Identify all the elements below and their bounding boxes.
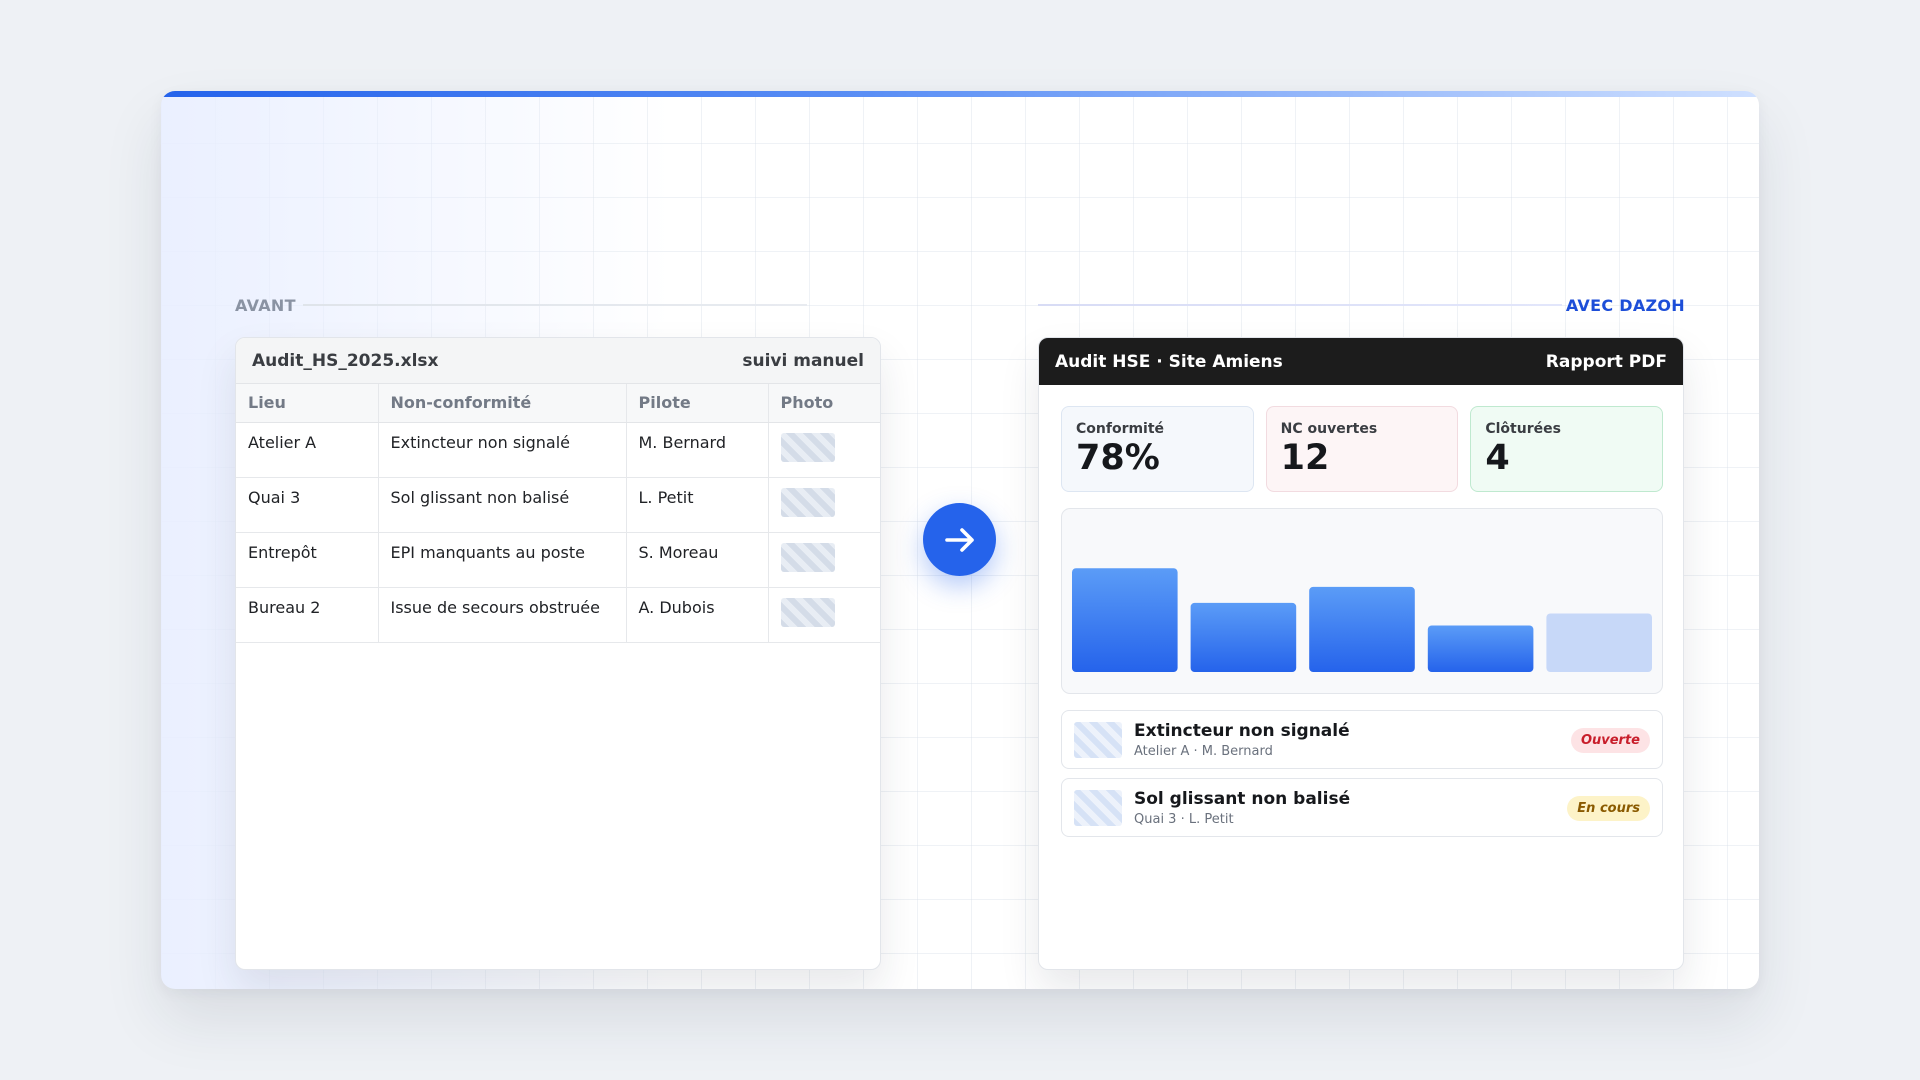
status-badge: En cours <box>1567 796 1650 821</box>
kpi-value: 78% <box>1076 438 1160 478</box>
transition-arrow-button <box>923 503 996 576</box>
photo-placeholder <box>780 487 835 517</box>
kpi-card-conformite: Conformité 78% <box>1061 406 1254 492</box>
cell-lieu: Atelier A <box>236 422 379 478</box>
nc-subtitle: Atelier A · M. Bernard <box>1134 744 1273 759</box>
spreadsheet-panel: Audit_HS_2025.xlsx suivi manuel Lieu Non… <box>235 337 881 970</box>
column-header-lieu: Lieu <box>236 384 379 423</box>
table-row: Entrepôt EPI manquants au poste S. Morea… <box>236 532 880 588</box>
kpi-label: Conformité <box>1076 421 1165 437</box>
cell-lieu: Quai 3 <box>236 477 379 533</box>
dashboard-header: Audit HSE · Site Amiens Rapport PDF <box>1039 338 1683 385</box>
photo-placeholder <box>780 597 835 627</box>
nc-subtitle: Quai 3 · L. Petit <box>1134 812 1234 827</box>
column-header-non-conformite: Non-conformité <box>378 384 627 423</box>
bar-1 <box>1072 568 1178 672</box>
spreadsheet-tag: suivi manuel <box>742 350 864 371</box>
cell-lieu: Entrepôt <box>236 532 379 588</box>
comparison-frame: AVANT AVEC DAZOH Audit_HS_2025.xlsx suiv… <box>161 91 1759 989</box>
nc-list-item[interactable]: Extincteur non signalé Atelier A · M. Be… <box>1061 710 1663 769</box>
bar-5 <box>1546 613 1652 672</box>
bar-chart-svg <box>1072 568 1652 672</box>
bar-chart <box>1061 508 1663 694</box>
cell-pilote: S. Moreau <box>626 532 769 588</box>
dashboard-title: Audit HSE · Site Amiens <box>1055 351 1283 372</box>
cell-non-conformite: EPI manquants au poste <box>378 532 627 588</box>
spreadsheet-filename: Audit_HS_2025.xlsx <box>252 350 439 371</box>
cell-non-conformite: Issue de secours obstruée <box>378 587 627 643</box>
cell-pilote: M. Bernard <box>626 422 769 478</box>
photo-placeholder <box>780 432 835 462</box>
cell-photo <box>768 587 880 643</box>
status-badge: Ouverte <box>1570 728 1650 753</box>
cell-photo <box>768 532 880 588</box>
bar-2 <box>1190 602 1297 672</box>
cell-non-conformite: Sol glissant non balisé <box>378 477 627 533</box>
after-label: AVEC DAZOH <box>1565 296 1685 315</box>
cell-pilote: A. Dubois <box>626 587 769 643</box>
kpi-value: 12 <box>1280 438 1330 478</box>
spreadsheet-header: Audit_HS_2025.xlsx suivi manuel <box>236 338 880 384</box>
kpi-row: Conformité 78% NC ouvertes 12 Clôturées … <box>1061 406 1664 492</box>
kpi-card-nc-ouvertes: NC ouvertes 12 <box>1265 406 1459 492</box>
nc-title: Sol glissant non balisé <box>1134 789 1351 809</box>
photo-thumbnail <box>1074 790 1122 826</box>
spreadsheet-table: Lieu Non-conformité Pilote Photo Atelier… <box>236 384 880 643</box>
kpi-value: 4 <box>1485 438 1510 478</box>
nc-list-item[interactable]: Sol glissant non balisé Quai 3 · L. Peti… <box>1061 778 1663 837</box>
table-header-row: Lieu Non-conformité Pilote Photo <box>236 384 880 423</box>
cell-photo <box>768 422 880 478</box>
kpi-label: NC ouvertes <box>1280 421 1378 437</box>
before-label: AVANT <box>235 296 296 315</box>
cell-non-conformite: Extincteur non signalé <box>378 422 627 478</box>
frame-accent-bar <box>161 91 1759 97</box>
table-row: Quai 3 Sol glissant non balisé L. Petit <box>236 477 880 533</box>
after-divider <box>1038 304 1562 306</box>
bar-3 <box>1309 586 1415 672</box>
kpi-label: Clôturées <box>1485 421 1561 437</box>
column-header-photo: Photo <box>768 384 880 423</box>
nc-title: Extincteur non signalé <box>1134 721 1350 741</box>
table-row: Bureau 2 Issue de secours obstruée A. Du… <box>236 587 880 643</box>
cell-photo <box>768 477 880 533</box>
column-header-pilote: Pilote <box>626 384 769 423</box>
pdf-report-link[interactable]: Rapport PDF <box>1546 352 1667 372</box>
bar-4 <box>1427 625 1534 672</box>
arrow-right-icon <box>944 527 974 552</box>
dashboard-panel: Audit HSE · Site Amiens Rapport PDF Conf… <box>1038 337 1684 970</box>
table-row: Atelier A Extincteur non signalé M. Bern… <box>236 422 880 478</box>
cell-pilote: L. Petit <box>626 477 769 533</box>
cell-lieu: Bureau 2 <box>236 587 379 643</box>
photo-thumbnail <box>1074 722 1122 758</box>
photo-placeholder <box>780 542 835 572</box>
kpi-card-cloturees: Clôturées 4 <box>1470 406 1664 492</box>
before-divider <box>303 304 807 306</box>
